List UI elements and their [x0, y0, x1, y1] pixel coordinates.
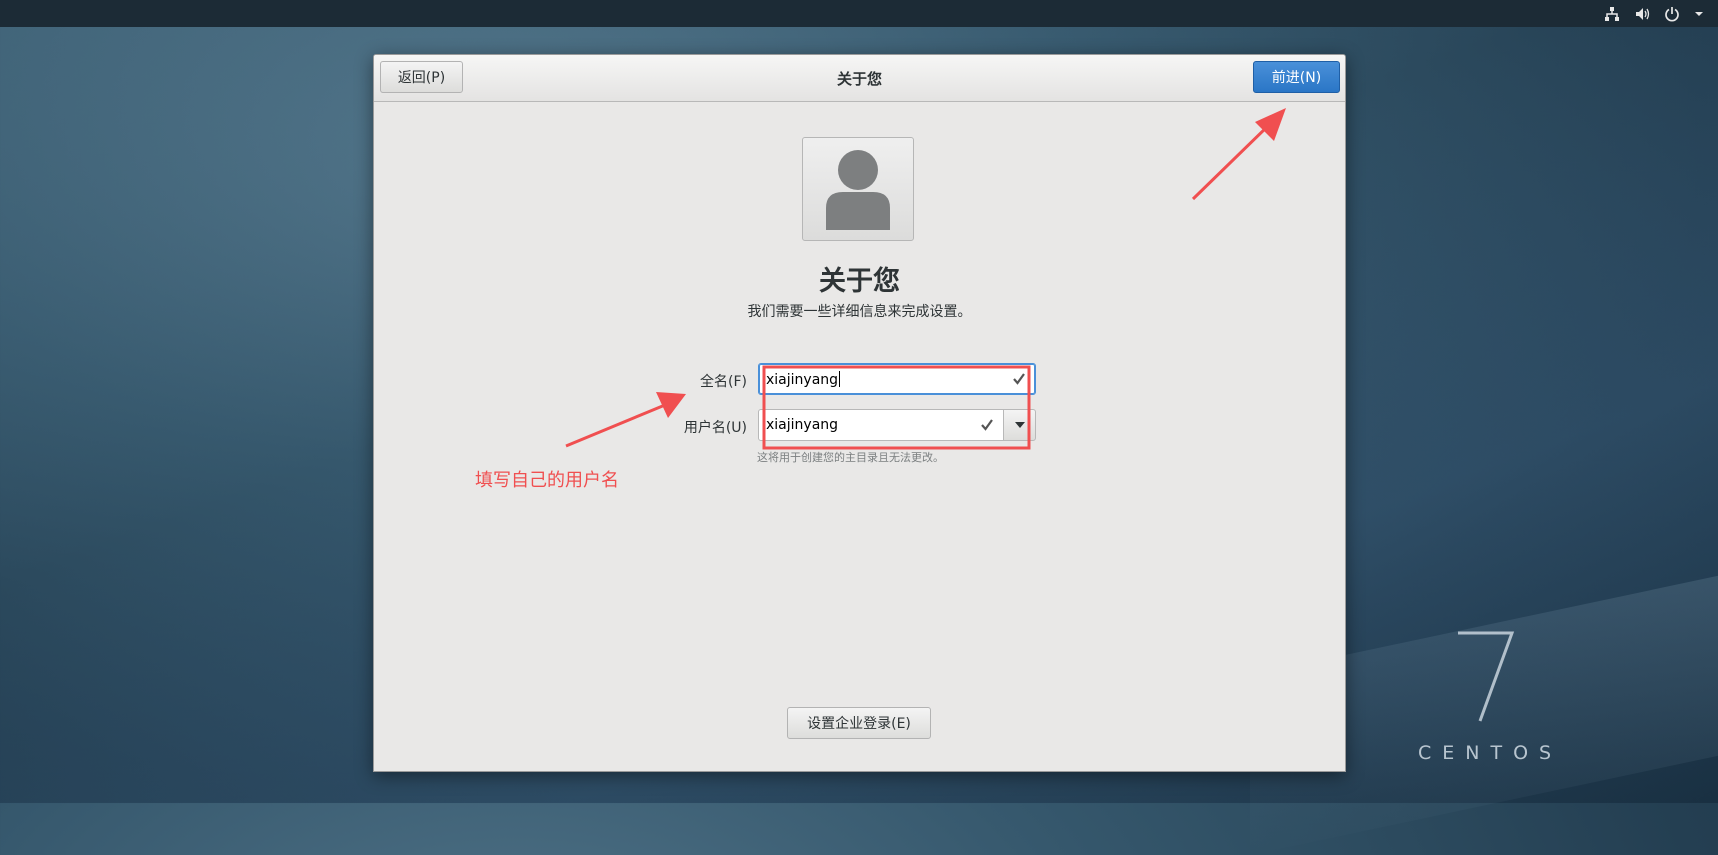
username-value: xiajinyang [766, 417, 839, 433]
centos-7-logo [1458, 631, 1515, 722]
user-avatar-icon [826, 150, 890, 230]
full-name-value: xiajinyang [766, 371, 841, 388]
setup-window: 返回(P) 关于您 前进(N) 关于您 我们需要一些详细信息来完成设置。 全名(… [373, 54, 1346, 772]
volume-icon[interactable] [1634, 6, 1650, 22]
username-field[interactable]: xiajinyang [758, 409, 1004, 441]
network-icon[interactable] [1604, 6, 1620, 22]
window-title: 关于您 [836, 70, 882, 88]
page-heading: 关于您 [819, 266, 900, 297]
annotation-text: 填写自己的用户名 [475, 470, 619, 491]
power-icon[interactable] [1664, 6, 1680, 22]
enterprise-login-button[interactable]: 设置企业登录(E) [787, 707, 931, 739]
header-bar: 返回(P) 关于您 前进(N) [374, 55, 1345, 102]
full-name-field[interactable]: xiajinyang [758, 363, 1036, 395]
centos-wordmark: CENTOS [1418, 742, 1563, 764]
system-tray[interactable] [1604, 0, 1704, 27]
chevron-down-icon[interactable] [1694, 10, 1704, 18]
avatar-button[interactable] [802, 137, 914, 241]
check-icon [1013, 373, 1025, 385]
username-hint: 这将用于创建您的主目录且无法更改。 [757, 451, 944, 464]
check-icon [981, 419, 993, 431]
username-dropdown-button[interactable] [1003, 409, 1036, 441]
username-label: 用户名(U) [683, 420, 747, 436]
page-subheading: 我们需要一些详细信息来完成设置。 [747, 304, 972, 320]
full-name-label: 全名(F) [700, 374, 747, 390]
chevron-down-icon [1014, 422, 1025, 428]
top-bar [0, 0, 1718, 27]
text-cursor [839, 371, 841, 387]
next-button[interactable]: 前进(N) [1253, 61, 1340, 93]
